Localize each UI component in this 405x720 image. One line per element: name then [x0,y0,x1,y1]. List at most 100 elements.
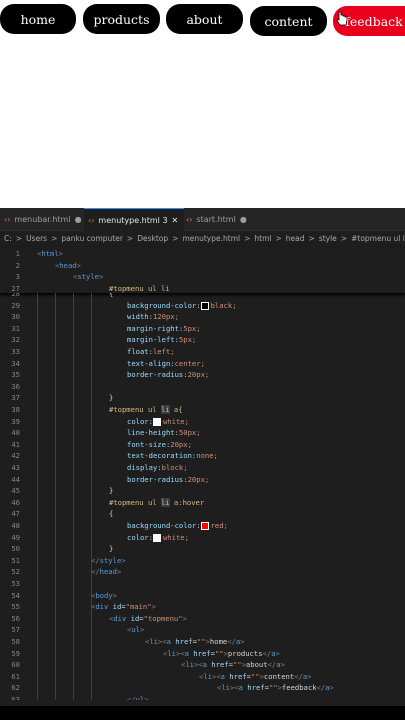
code-line: } [109,393,114,403]
editor-tab-bar: ‹› menubar.html ● ‹› menutype.html 3 ✕ ‹… [0,208,405,231]
line-number: 27 [11,283,20,293]
line-number: 51 [11,555,20,565]
breadcrumb-item[interactable]: head [286,234,305,243]
code-line: </style> [91,555,126,565]
code-line: </head> [91,567,122,577]
line-number: 46 [11,497,20,507]
line-number: 33 [11,347,20,356]
code-line: <body> [91,590,117,600]
line-number: 29 [11,300,20,310]
code-line: <li><a href="">content</a> [199,671,312,681]
line-number: 42 [11,451,20,461]
line-number: 52 [11,567,20,577]
status-bar [0,706,405,720]
breadcrumb-item[interactable]: menutype.html [182,234,240,243]
code-line: margin-left:5px; [127,335,197,345]
line-number: 31 [11,323,20,333]
close-icon[interactable]: ✕ [172,216,179,225]
tab-menutype[interactable]: ‹› menutype.html 3 ✕ [84,208,184,231]
code-line: width:120px; [127,312,179,322]
code-line: border-radius:20px; [127,370,210,380]
breadcrumb-item[interactable]: C: [4,234,12,243]
code-line: font-size:20px; [127,439,192,449]
code-line: background-color: red; [127,521,228,530]
line-number: 2 [15,260,20,270]
code-line: color: white; [127,416,189,426]
color-swatch-icon[interactable] [152,533,161,542]
line-number: 50 [11,544,20,554]
nav-content-button[interactable]: content [250,6,327,36]
html-file-icon: ‹› [186,214,193,224]
code-line: <ul> [127,625,145,635]
line-number: 54 [11,590,20,600]
line-number: 45 [11,486,20,496]
line-number: 62 [11,683,20,693]
tab-menubar[interactable]: ‹› menubar.html ● [0,208,86,230]
code-line: <li><a href="">about</a> [181,660,285,670]
tab-start[interactable]: ‹› start.html ● [182,208,256,230]
line-number: 58 [11,637,20,646]
line-number: 61 [11,671,20,681]
breadcrumb: C: > Users > panku computer > Desktop > menutype… [0,231,405,246]
code-line: <style> [73,272,104,281]
code-line: line-height:50px; [127,428,201,438]
breadcrumb-separator: > [340,234,348,243]
breadcrumb-item[interactable]: Desktop [137,234,168,243]
line-number: 44 [11,474,20,484]
code-line: border-radius:20px; [127,474,210,484]
line-number: 43 [11,463,20,472]
code-line: <li><a href="">feedback</a> [217,683,334,693]
color-swatch-icon[interactable] [152,417,161,426]
breadcrumb-item[interactable]: panku computer [61,234,123,243]
line-number: 40 [11,428,20,438]
breadcrumb-separator: > [126,234,134,243]
code-line: } [109,544,114,554]
code-line: <div id="main"> [91,602,156,612]
code-line: float:left; [127,347,175,356]
line-number: 53 [11,579,20,588]
code-line: { [109,293,114,298]
line-number: 39 [11,416,20,426]
html-file-icon: ‹› [88,215,95,225]
code-line: <li><a href="">home</a> [145,637,245,646]
code-line: <head> [55,260,81,270]
code-line: { [109,509,114,519]
breadcrumb-separator: > [172,234,179,243]
breadcrumb-item[interactable]: html [254,234,271,243]
color-swatch-icon[interactable] [200,301,209,310]
line-number: 35 [11,370,20,380]
color-swatch-icon[interactable] [200,522,209,530]
code-editor: ‹› menubar.html ● ‹› menutype.html 3 ✕ ‹… [0,208,405,720]
line-number: 48 [11,521,20,530]
line-number: 38 [11,405,20,414]
nav-about-button[interactable]: about [166,4,243,34]
line-number: 36 [11,381,20,391]
code-line: background-color: black; [127,300,237,310]
hand-cursor-icon [336,11,348,26]
page-preview: home products about content feedback [0,0,405,208]
unsaved-dot-icon: ● [74,214,82,224]
breadcrumb-separator: > [15,234,23,243]
code-line: #topmenu ul li a{ [109,405,183,414]
breadcrumb-item[interactable]: Users [26,234,47,243]
line-number: 47 [11,509,20,519]
indent-guide [37,293,38,700]
nav-home-button[interactable]: home [0,4,76,34]
breadcrumb-separator: > [275,234,282,243]
line-number: 49 [11,532,20,542]
breadcrumb-separator: > [244,234,251,243]
line-number: 59 [11,648,20,658]
tab-label: start.html [196,214,236,224]
code-line: <html> [37,249,63,258]
breadcrumb-item[interactable]: style [319,234,337,243]
code-line: color: white; [127,532,189,542]
code-line: <li><a href="">products</a> [163,648,280,658]
html-file-icon: ‹› [4,214,11,224]
nav-products-button[interactable]: products [83,4,160,34]
code-line: text-decoration:none; [127,451,218,461]
indent-guide [91,293,92,700]
line-number: 55 [11,602,20,612]
breadcrumb-item[interactable]: #topmenu ul li [351,234,405,243]
code-area[interactable]: 28 {29 background-color: black; 30 width:120p… [0,293,405,700]
line-number: 56 [11,613,20,623]
